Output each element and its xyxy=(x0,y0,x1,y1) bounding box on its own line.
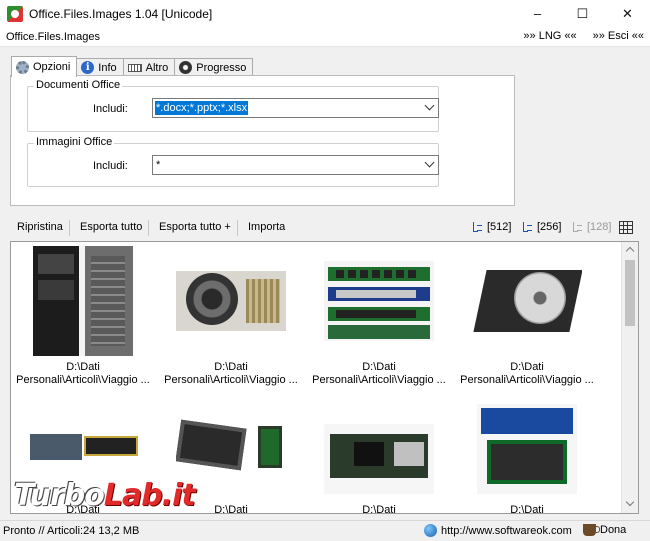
status-bar: Pronto // Articoli:24 13,2 MB http://www… xyxy=(0,520,650,541)
gallery-item[interactable]: D:\Dati Personali\Articoli\Viaggio ... xyxy=(309,246,449,387)
turbolab-watermark: TurboLab.it xyxy=(14,478,196,513)
website-link[interactable]: http://www.softwareok.com xyxy=(424,524,572,537)
menu-bar: Office.Files.Images »» LNG «« »» Esci «« xyxy=(0,27,650,47)
reset-button[interactable]: Ripristina xyxy=(17,221,63,233)
thumbnail-ram-image xyxy=(324,261,434,341)
tab-progresso[interactable]: Progresso xyxy=(174,58,254,76)
tree-icon xyxy=(572,221,584,233)
office-docs-include-label: Includi: xyxy=(93,103,128,115)
export-all-plus-button[interactable]: Esporta tutto + xyxy=(159,221,231,233)
tab-label: Progresso xyxy=(196,61,247,74)
export-all-button[interactable]: Esporta tutto xyxy=(80,221,142,233)
donate-link[interactable]: Dona xyxy=(583,524,626,536)
chevron-down-icon[interactable] xyxy=(424,157,435,168)
item-path-line1: D:\Dati xyxy=(510,504,544,514)
size-128-label: [128] xyxy=(587,221,612,233)
grid-view-icon[interactable] xyxy=(619,221,633,234)
size-256-button[interactable]: [256] xyxy=(522,221,561,233)
scroll-down-icon[interactable] xyxy=(625,497,635,507)
menu-app-name[interactable]: Office.Files.Images xyxy=(6,31,100,43)
thumbnail-hdd-image xyxy=(472,262,582,340)
toolbar-separator xyxy=(237,220,238,236)
toolbar-separator xyxy=(69,220,70,236)
minimize-button[interactable]: – xyxy=(515,0,560,27)
gallery-item[interactable]: D:\Dati Personali\Articoli\Viaggio ... xyxy=(457,246,597,387)
tab-label: Opzioni xyxy=(33,61,71,73)
office-images-include-label: Includi: xyxy=(93,160,128,172)
office-docs-include-combo[interactable]: *.docx;*.pptx;*.xlsx xyxy=(152,98,439,118)
window-title: Office.Files.Images 1.04 [Unicode] xyxy=(29,6,213,21)
thumbnail-tv-card-image xyxy=(477,404,577,494)
options-panel: Documenti Office Includi: *.docx;*.pptx;… xyxy=(10,75,515,206)
tree-icon xyxy=(522,221,534,233)
thumbnail-pc-image xyxy=(33,246,133,356)
item-path-line1: D:\Dati xyxy=(362,361,396,373)
thumbnail-cpu-image xyxy=(176,271,286,331)
item-path-line2: Personali\Articoli\Viaggio ... xyxy=(164,374,298,386)
tab-opzioni[interactable]: Opzioni xyxy=(11,56,78,77)
import-button[interactable]: Importa xyxy=(248,221,285,233)
size-256-label: [256] xyxy=(537,221,562,233)
globe-icon xyxy=(424,524,437,537)
tab-strip: Opzioni i Info Altro Progresso xyxy=(11,56,254,77)
office-docs-title: Documenti Office xyxy=(34,79,123,91)
office-docs-group: Documenti Office Includi: *.docx;*.pptx;… xyxy=(27,79,439,132)
language-menu[interactable]: »» LNG «« xyxy=(523,30,576,42)
close-button[interactable]: ✕ xyxy=(605,0,650,27)
status-text: Pronto // Articoli:24 13,2 MB xyxy=(3,525,140,537)
tab-altro[interactable]: Altro xyxy=(122,58,176,76)
toolbar-separator xyxy=(148,220,149,236)
website-label: http://www.softwareok.com xyxy=(441,524,572,537)
tree-icon xyxy=(472,221,484,233)
thumbnail-motherboard-image xyxy=(324,424,434,494)
item-path-line1: D:\Dati xyxy=(66,361,100,373)
item-path-line1: D:\Dati xyxy=(362,504,396,514)
office-images-title: Immagini Office xyxy=(34,136,115,148)
chevron-down-icon[interactable] xyxy=(424,100,435,111)
progress-icon xyxy=(179,61,193,74)
info-icon: i xyxy=(81,61,95,74)
image-gallery: D:\Dati Personali\Articoli\Viaggio ... D… xyxy=(10,241,639,514)
gallery-item[interactable]: D:\Dati xyxy=(309,404,449,514)
item-path-line1: D:\Dati xyxy=(510,361,544,373)
donate-label: Dona xyxy=(600,524,627,536)
vertical-scrollbar[interactable] xyxy=(621,242,638,513)
gallery-item[interactable]: D:\Dati Personali\Articoli\Viaggio ... xyxy=(13,246,153,387)
gallery-item[interactable]: D:\Dati xyxy=(457,404,597,514)
app-icon xyxy=(7,5,23,22)
office-images-group: Immagini Office Includi: * xyxy=(27,136,439,187)
scroll-thumb[interactable] xyxy=(625,260,635,326)
gallery-toolbar: Ripristina Esporta tutto Esporta tutto +… xyxy=(0,218,650,240)
exit-menu[interactable]: »» Esci «« xyxy=(593,30,644,42)
office-docs-include-value: *.docx;*.pptx;*.xlsx xyxy=(155,101,249,115)
maximize-button[interactable]: ☐ xyxy=(560,0,605,27)
coffee-cup-icon xyxy=(583,524,600,536)
item-path-line2: Personali\Articoli\Viaggio ... xyxy=(460,374,594,386)
size-512-label: [512] xyxy=(487,221,512,233)
tab-label: Info xyxy=(98,61,117,74)
title-bar: Office.Files.Images 1.04 [Unicode] – ☐ ✕ xyxy=(0,0,650,27)
size-512-button[interactable]: [512] xyxy=(472,221,511,233)
thumbnail-ssd-image xyxy=(176,418,286,478)
tab-label: Altro xyxy=(145,61,169,74)
office-images-include-value: * xyxy=(156,159,161,171)
gear-icon xyxy=(16,60,29,74)
scroll-up-icon[interactable] xyxy=(625,246,635,256)
thumbnail-card-image xyxy=(28,428,138,468)
gallery-item[interactable]: D:\Dati Personali\Articoli\Viaggio ... xyxy=(161,246,301,387)
size-128-button[interactable]: [128] xyxy=(572,221,611,233)
ruler-icon xyxy=(127,63,142,72)
item-path-line2: Personali\Articoli\Viaggio ... xyxy=(16,374,150,386)
item-path-line1: D:\Dati xyxy=(214,361,248,373)
tab-info[interactable]: i Info xyxy=(76,58,124,76)
office-images-include-combo[interactable]: * xyxy=(152,155,439,175)
item-path-line2: Personali\Articoli\Viaggio ... xyxy=(312,374,446,386)
